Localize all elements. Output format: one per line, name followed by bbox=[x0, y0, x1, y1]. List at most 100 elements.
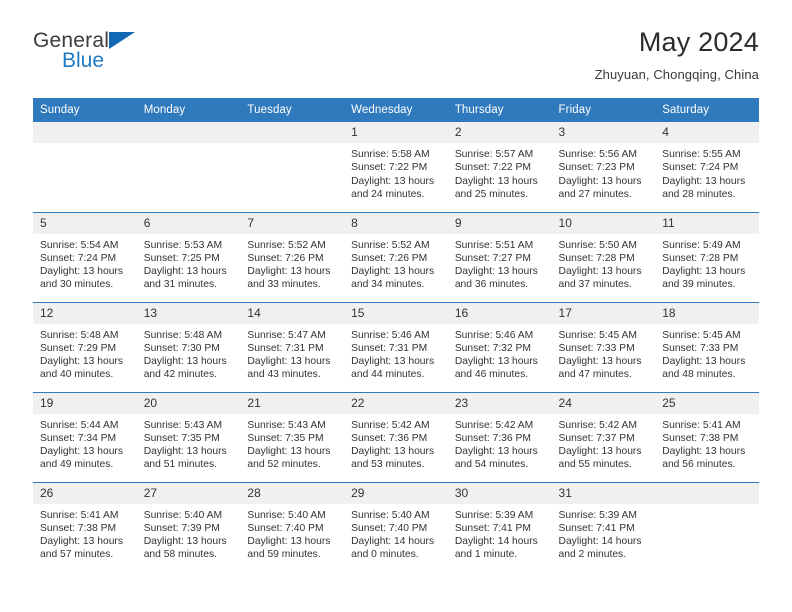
calendar-day-cell[interactable]: 22 Sunrise: 5:42 AM Sunset: 7:36 PM Dayligh… bbox=[344, 391, 448, 482]
calendar-day-cell[interactable]: 29 Sunrise: 5:40 AM Sunset: 7:40 PM Dayligh… bbox=[344, 481, 448, 572]
brand-triangle-icon bbox=[109, 32, 135, 49]
sunrise-text: Sunrise: 5:42 AM bbox=[454, 419, 534, 431]
calendar-header-row: Sunday Monday Tuesday Wednesday Thursday Frid… bbox=[33, 98, 759, 122]
sunset-text: Sunset: 7:38 PM bbox=[40, 522, 117, 534]
sunrise-text: Sunrise: 5:39 AM bbox=[558, 509, 637, 521]
daylight-text-line2: and 2 minutes. bbox=[558, 549, 627, 561]
sunset-text: Sunset: 7:22 PM bbox=[454, 162, 531, 174]
daylight-text-line2: and 27 minutes. bbox=[558, 188, 632, 200]
calendar-week-row: 12 Sunrise: 5:48 AM Sunset: 7:29 PM Dayligh… bbox=[33, 301, 759, 392]
calendar-day-cell[interactable]: 11 Sunrise: 5:49 AM Sunset: 7:28 PM Dayligh… bbox=[655, 211, 759, 302]
daylight-text-line1: Daylight: 13 hours bbox=[662, 446, 746, 458]
day-details: Sunrise: 5:46 AM Sunset: 7:31 PM Daylight:… bbox=[344, 324, 448, 382]
sunset-text: Sunset: 7:27 PM bbox=[454, 252, 531, 264]
calendar-day-cell[interactable]: 1 Sunrise: 5:58 AM Sunset: 7:22 PM Daylight… bbox=[344, 122, 448, 212]
calendar-day-cell[interactable]: 2 Sunrise: 5:57 AM Sunset: 7:22 PM Daylight… bbox=[447, 122, 552, 212]
weekday-header-saturday: Saturday bbox=[655, 98, 759, 122]
day-number: 17 bbox=[551, 302, 656, 324]
calendar-day-cell-empty bbox=[136, 122, 241, 212]
day-details: Sunrise: 5:53 AM Sunset: 7:25 PM Daylight:… bbox=[137, 234, 241, 292]
sunset-text: Sunset: 7:22 PM bbox=[351, 162, 428, 174]
sunset-text: Sunset: 7:37 PM bbox=[558, 432, 635, 444]
sunrise-text: Sunrise: 5:57 AM bbox=[454, 149, 534, 160]
calendar-day-cell[interactable]: 31 Sunrise: 5:39 AM Sunset: 7:41 PM Dayligh… bbox=[551, 481, 656, 572]
weekday-header-sunday: Sunday bbox=[33, 98, 137, 122]
daylight-text-line2: and 34 minutes. bbox=[351, 279, 425, 291]
day-details: Sunrise: 5:49 AM Sunset: 7:28 PM Daylight:… bbox=[655, 234, 759, 292]
day-number: 21 bbox=[240, 392, 345, 414]
sunrise-text: Sunrise: 5:45 AM bbox=[558, 329, 637, 341]
day-number: 24 bbox=[551, 392, 656, 414]
calendar-day-cell[interactable]: 20 Sunrise: 5:43 AM Sunset: 7:35 PM Dayligh… bbox=[136, 391, 241, 482]
sunset-text: Sunset: 7:33 PM bbox=[662, 342, 739, 354]
daylight-text-line2: and 28 minutes. bbox=[662, 188, 736, 200]
daylight-text-line2: and 56 minutes. bbox=[662, 459, 736, 471]
day-details: Sunrise: 5:58 AM Sunset: 7:22 PM Daylight:… bbox=[344, 143, 448, 201]
calendar-day-cell[interactable]: 16 Sunrise: 5:46 AM Sunset: 7:32 PM Dayligh… bbox=[447, 301, 552, 392]
page-subtitle: Zhuyuan, Chongqing, China bbox=[594, 67, 759, 82]
calendar-day-cell[interactable]: 30 Sunrise: 5:39 AM Sunset: 7:41 PM Dayligh… bbox=[447, 481, 552, 572]
daylight-text-line1: Daylight: 14 hours bbox=[558, 536, 642, 548]
calendar-day-cell[interactable]: 19 Sunrise: 5:44 AM Sunset: 7:34 PM Dayligh… bbox=[33, 391, 137, 482]
day-details: Sunrise: 5:39 AM Sunset: 7:41 PM Daylight:… bbox=[448, 504, 552, 562]
calendar-day-cell[interactable]: 18 Sunrise: 5:45 AM Sunset: 7:33 PM Dayligh… bbox=[655, 301, 759, 392]
sunrise-text: Sunrise: 5:41 AM bbox=[662, 419, 741, 431]
calendar-day-cell[interactable]: 6 Sunrise: 5:53 AM Sunset: 7:25 PM Daylight… bbox=[136, 211, 241, 302]
daylight-text-line1: Daylight: 13 hours bbox=[40, 446, 123, 458]
calendar-day-cell[interactable]: 25 Sunrise: 5:41 AM Sunset: 7:38 PM Dayligh… bbox=[655, 391, 759, 482]
calendar-day-cell[interactable]: 9 Sunrise: 5:51 AM Sunset: 7:27 PM Daylight… bbox=[447, 211, 552, 302]
calendar-day-cell[interactable]: 12 Sunrise: 5:48 AM Sunset: 7:29 PM Dayligh… bbox=[33, 301, 137, 392]
day-details: Sunrise: 5:43 AM Sunset: 7:35 PM Daylight:… bbox=[137, 414, 241, 472]
sunrise-text: Sunrise: 5:43 AM bbox=[247, 419, 326, 431]
calendar-day-cell[interactable]: 4 Sunrise: 5:55 AM Sunset: 7:24 PM Daylight… bbox=[655, 122, 759, 212]
calendar-day-cell[interactable]: 8 Sunrise: 5:52 AM Sunset: 7:26 PM Daylight… bbox=[344, 211, 448, 302]
sunrise-text: Sunrise: 5:46 AM bbox=[351, 329, 430, 341]
daylight-text-line2: and 39 minutes. bbox=[662, 279, 736, 291]
calendar-day-cell[interactable]: 24 Sunrise: 5:42 AM Sunset: 7:37 PM Dayligh… bbox=[551, 391, 656, 482]
day-number: 10 bbox=[551, 212, 656, 234]
day-details: Sunrise: 5:56 AM Sunset: 7:23 PM Daylight:… bbox=[552, 143, 656, 201]
day-details: Sunrise: 5:50 AM Sunset: 7:28 PM Daylight:… bbox=[552, 234, 656, 292]
sunrise-text: Sunrise: 5:54 AM bbox=[40, 239, 119, 251]
weekday-header-tuesday: Tuesday bbox=[240, 98, 345, 122]
brand-logo[interactable]: General Blue bbox=[33, 26, 213, 71]
sunrise-text: Sunrise: 5:44 AM bbox=[40, 419, 119, 431]
day-number: 30 bbox=[447, 482, 552, 504]
day-details: Sunrise: 5:45 AM Sunset: 7:33 PM Daylight:… bbox=[655, 324, 759, 382]
calendar-day-cell[interactable]: 17 Sunrise: 5:45 AM Sunset: 7:33 PM Dayligh… bbox=[551, 301, 656, 392]
calendar-day-cell[interactable]: 28 Sunrise: 5:40 AM Sunset: 7:40 PM Dayligh… bbox=[240, 481, 345, 572]
day-details: Sunrise: 5:48 AM Sunset: 7:30 PM Daylight:… bbox=[137, 324, 241, 382]
sunset-text: Sunset: 7:26 PM bbox=[351, 252, 428, 264]
daylight-text-line1: Daylight: 13 hours bbox=[143, 446, 227, 458]
calendar-day-cell[interactable]: 5 Sunrise: 5:54 AM Sunset: 7:24 PM Daylight… bbox=[33, 211, 137, 302]
day-number: 1 bbox=[344, 122, 448, 143]
daylight-text-line2: and 1 minute. bbox=[454, 549, 518, 561]
calendar-day-cell[interactable]: 7 Sunrise: 5:52 AM Sunset: 7:26 PM Daylight… bbox=[240, 211, 345, 302]
calendar-day-cell[interactable]: 13 Sunrise: 5:48 AM Sunset: 7:30 PM Dayligh… bbox=[136, 301, 241, 392]
sunrise-text: Sunrise: 5:48 AM bbox=[143, 329, 223, 341]
day-details: Sunrise: 5:43 AM Sunset: 7:35 PM Daylight:… bbox=[240, 414, 344, 472]
calendar-page: General Blue May 2024 Zhuyuan, Chongqing… bbox=[0, 0, 792, 612]
daylight-text-line2: and 47 minutes. bbox=[558, 369, 632, 381]
calendar-day-cell[interactable]: 27 Sunrise: 5:40 AM Sunset: 7:39 PM Dayligh… bbox=[136, 481, 241, 572]
sunset-text: Sunset: 7:25 PM bbox=[143, 252, 220, 264]
sunset-text: Sunset: 7:41 PM bbox=[454, 522, 531, 534]
day-details: Sunrise: 5:45 AM Sunset: 7:33 PM Daylight:… bbox=[552, 324, 656, 382]
calendar-day-cell[interactable]: 21 Sunrise: 5:43 AM Sunset: 7:35 PM Dayligh… bbox=[240, 391, 345, 482]
day-number: 15 bbox=[344, 302, 448, 324]
calendar-day-cell[interactable]: 15 Sunrise: 5:46 AM Sunset: 7:31 PM Dayligh… bbox=[344, 301, 448, 392]
calendar-day-cell[interactable]: 26 Sunrise: 5:41 AM Sunset: 7:38 PM Dayligh… bbox=[33, 481, 137, 572]
day-number: 16 bbox=[447, 302, 552, 324]
day-number: 4 bbox=[655, 122, 759, 143]
calendar-day-cell[interactable]: 3 Sunrise: 5:56 AM Sunset: 7:23 PM Daylight… bbox=[551, 122, 656, 212]
day-number: 29 bbox=[344, 482, 448, 504]
calendar-day-cell[interactable]: 23 Sunrise: 5:42 AM Sunset: 7:36 PM Dayligh… bbox=[447, 391, 552, 482]
calendar-day-cell[interactable]: 10 Sunrise: 5:50 AM Sunset: 7:28 PM Dayligh… bbox=[551, 211, 656, 302]
sunset-text: Sunset: 7:28 PM bbox=[558, 252, 635, 264]
daylight-text-line1: Daylight: 13 hours bbox=[351, 356, 435, 368]
sunset-text: Sunset: 7:33 PM bbox=[558, 342, 635, 354]
day-number: 11 bbox=[655, 212, 759, 234]
daylight-text-line2: and 33 minutes. bbox=[247, 279, 321, 291]
daylight-text-line1: Daylight: 13 hours bbox=[558, 356, 642, 368]
calendar-day-cell[interactable]: 14 Sunrise: 5:47 AM Sunset: 7:31 PM Dayligh… bbox=[240, 301, 345, 392]
